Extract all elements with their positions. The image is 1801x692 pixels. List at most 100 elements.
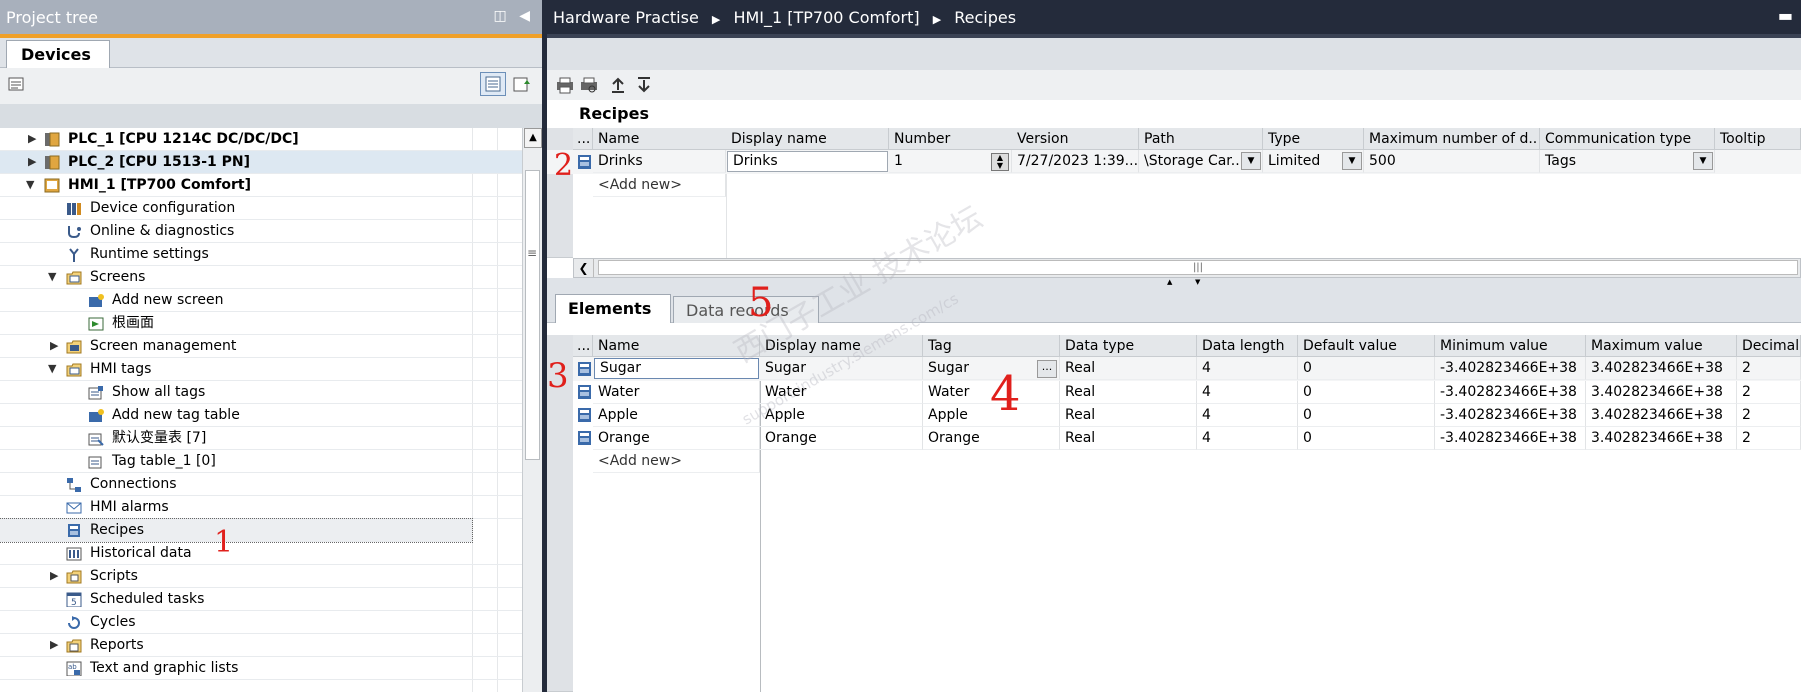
- column-header-version[interactable]: Version: [1012, 128, 1139, 150]
- element-default-cell[interactable]: 0: [1298, 427, 1435, 450]
- number-spinner[interactable]: ▲ ▼: [991, 153, 1009, 171]
- column-header-communication-type[interactable]: Communication type: [1540, 128, 1715, 150]
- element-data-type-cell[interactable]: Real: [1060, 404, 1197, 427]
- tree-item-plc1[interactable]: ▶ PLC_1 [CPU 1214C DC/DC/DC]: [0, 128, 522, 151]
- tree-item-device-configuration[interactable]: Device configuration: [0, 197, 522, 220]
- move-down-icon[interactable]: [635, 76, 653, 94]
- element-name-cell[interactable]: Apple: [593, 404, 760, 427]
- column-header-menu[interactable]: ...: [573, 128, 593, 150]
- element-min-cell[interactable]: -3.402823466E+38: [1435, 357, 1586, 380]
- element-min-cell[interactable]: -3.402823466E+38: [1435, 404, 1586, 427]
- element-decimal-cell[interactable]: 2: [1737, 381, 1801, 404]
- panel-collapse-icon[interactable]: ◀: [519, 8, 530, 24]
- tree-item-hmi-alarms[interactable]: HMI alarms: [0, 496, 522, 519]
- element-max-cell[interactable]: 3.402823466E+38: [1586, 381, 1737, 404]
- expand-icon[interactable]: ▶: [50, 565, 58, 587]
- breadcrumb-project[interactable]: Hardware Practise: [553, 8, 699, 27]
- element-max-cell[interactable]: 3.402823466E+38: [1586, 404, 1737, 427]
- tab-devices[interactable]: Devices: [6, 40, 110, 69]
- tree-item-show-all-tags[interactable]: Show all tags: [0, 381, 522, 404]
- tree-item-cycles[interactable]: Cycles: [0, 611, 522, 634]
- tree-item-scheduled-tasks[interactable]: 5 Scheduled tasks: [0, 588, 522, 611]
- tree-item-online-diagnostics[interactable]: Online & diagnostics: [0, 220, 522, 243]
- print-preview-icon[interactable]: [579, 76, 599, 94]
- panel-float-icon[interactable]: ◫: [494, 8, 507, 24]
- type-dropdown-icon[interactable]: ▼: [1342, 152, 1362, 170]
- print-icon[interactable]: [555, 76, 575, 94]
- splitter-down-icon[interactable]: ▼: [1195, 278, 1200, 286]
- expand-icon[interactable]: ▶: [50, 634, 58, 656]
- element-data-type-cell[interactable]: Real: [1060, 427, 1197, 450]
- column-header-menu[interactable]: ...: [573, 335, 593, 357]
- tree-item-runtime-settings[interactable]: Runtime settings: [0, 243, 522, 266]
- element-name-cell[interactable]: Water: [593, 381, 760, 404]
- tree-item-plc2[interactable]: ▶ PLC_2 [CPU 1513-1 PN]: [0, 151, 522, 174]
- detail-view-button[interactable]: [480, 72, 506, 96]
- element-max-cell[interactable]: 3.402823466E+38: [1586, 357, 1737, 380]
- element-default-cell[interactable]: 0: [1298, 381, 1435, 404]
- column-header-tooltip[interactable]: Tooltip: [1715, 128, 1801, 150]
- element-length-cell[interactable]: 4: [1197, 357, 1298, 380]
- scroll-thumb[interactable]: |||: [598, 260, 1798, 275]
- tree-item-hmi1[interactable]: ▼ HMI_1 [TP700 Comfort]: [0, 174, 522, 197]
- element-min-cell[interactable]: -3.402823466E+38: [1435, 381, 1586, 404]
- communication-dropdown-icon[interactable]: ▼: [1693, 152, 1713, 170]
- recipe-version-cell[interactable]: 7/27/2023 1:39...: [1012, 150, 1139, 173]
- collapse-icon[interactable]: ▼: [48, 358, 56, 380]
- column-header-path[interactable]: Path: [1139, 128, 1263, 150]
- scroll-left-icon[interactable]: ❮: [574, 259, 594, 277]
- path-dropdown-icon[interactable]: ▼: [1241, 152, 1261, 170]
- tree-item-add-new-screen[interactable]: Add new screen: [0, 289, 522, 312]
- tree-item-hmi-tags[interactable]: ▼ HMI tags: [0, 358, 522, 381]
- pane-splitter[interactable]: ▲ ▼: [547, 278, 1801, 286]
- tree-item-tag-table-1[interactable]: Tag table_1 [0]: [0, 450, 522, 473]
- minimize-icon[interactable]: ▬: [1778, 6, 1793, 25]
- tree-scrollbar[interactable]: ▲ ≡: [522, 128, 542, 692]
- element-decimal-cell[interactable]: 2: [1737, 427, 1801, 450]
- column-header-data-type[interactable]: Data type: [1060, 335, 1197, 357]
- breadcrumb-device[interactable]: HMI_1 [TP700 Comfort]: [733, 8, 919, 27]
- tree-item-root-screen[interactable]: 根画面: [0, 312, 522, 335]
- scroll-up-icon[interactable]: ▲: [524, 128, 542, 148]
- tree-item-default-tag-table[interactable]: 默认变量表 [7]: [0, 427, 522, 450]
- tree-item-text-graphic-lists[interactable]: ab Text and graphic lists: [0, 657, 522, 680]
- expand-icon[interactable]: ▶: [50, 335, 58, 357]
- column-header-tag[interactable]: Tag: [923, 335, 1060, 357]
- tree-item-scripts[interactable]: ▶ Scripts: [0, 565, 522, 588]
- column-header-decimal-places[interactable]: Decimal: [1737, 335, 1801, 357]
- tree-item-recipes[interactable]: Recipes: [0, 518, 473, 543]
- element-length-cell[interactable]: 4: [1197, 427, 1298, 450]
- tree-item-connections[interactable]: Connections: [0, 473, 522, 496]
- column-header-display-name[interactable]: Display name: [726, 128, 889, 150]
- element-data-type-cell[interactable]: Real: [1060, 381, 1197, 404]
- element-name-cell[interactable]: Orange: [593, 427, 760, 450]
- column-header-data-length[interactable]: Data length: [1197, 335, 1298, 357]
- add-new-element[interactable]: <Add new>: [593, 450, 760, 473]
- column-header-default-value[interactable]: Default value: [1298, 335, 1435, 357]
- expand-icon[interactable]: ▶: [28, 151, 36, 173]
- recipe-name-cell[interactable]: Drinks: [593, 150, 726, 173]
- recipe-communication-cell[interactable]: Tags: [1540, 150, 1715, 173]
- column-header-number[interactable]: Number: [889, 128, 1016, 150]
- element-tag-cell[interactable]: Orange: [923, 427, 1060, 450]
- collapse-icon[interactable]: ▼: [26, 174, 34, 196]
- element-decimal-cell[interactable]: 2: [1737, 357, 1801, 380]
- tag-browse-button[interactable]: ...: [1037, 360, 1057, 378]
- element-data-type-cell[interactable]: Real: [1060, 357, 1197, 380]
- collapse-icon[interactable]: ▼: [48, 266, 56, 288]
- recipes-horizontal-scrollbar[interactable]: ❮ |||: [573, 258, 1801, 278]
- recipe-max-records-cell[interactable]: 500: [1364, 150, 1540, 173]
- move-up-icon[interactable]: [609, 76, 627, 94]
- element-decimal-cell[interactable]: 2: [1737, 404, 1801, 427]
- expand-icon[interactable]: ▶: [28, 128, 36, 150]
- element-min-cell[interactable]: -3.402823466E+38: [1435, 427, 1586, 450]
- tab-elements[interactable]: Elements: [555, 294, 671, 323]
- tree-item-add-new-tag-table[interactable]: Add new tag table: [0, 404, 522, 427]
- column-header-minimum-value[interactable]: Minimum value: [1435, 335, 1586, 357]
- element-length-cell[interactable]: 4: [1197, 404, 1298, 427]
- add-new-recipe[interactable]: <Add new>: [593, 174, 726, 197]
- element-default-cell[interactable]: 0: [1298, 357, 1435, 380]
- column-header-max-data-records[interactable]: Maximum number of d..: [1364, 128, 1540, 150]
- recipe-display-name-input[interactable]: Drinks: [727, 151, 888, 172]
- scroll-thumb[interactable]: [525, 170, 540, 460]
